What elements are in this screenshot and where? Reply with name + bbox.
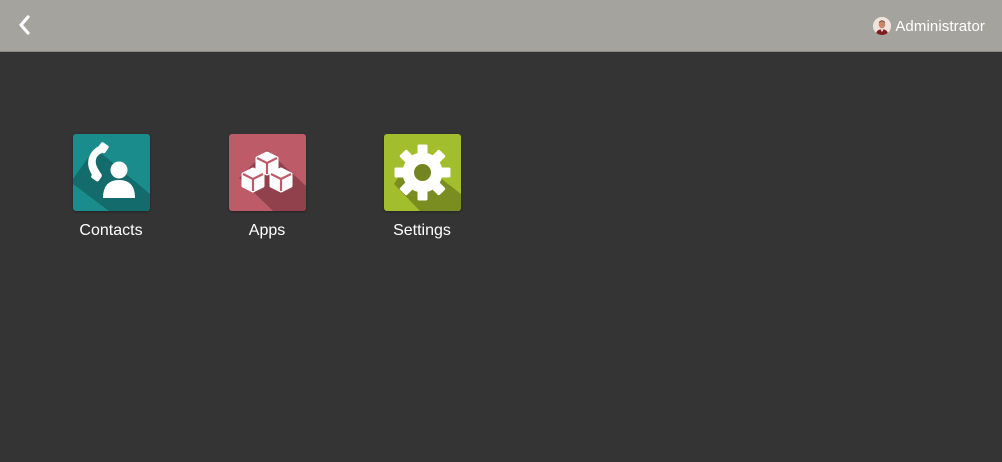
contacts-icon: [72, 134, 150, 211]
app-label: Apps: [248, 222, 286, 239]
app-label: Contacts: [79, 222, 143, 239]
app-contacts[interactable]: Contacts: [56, 134, 166, 240]
user-menu[interactable]: Administrator: [873, 15, 985, 37]
app-apps[interactable]: Apps: [212, 134, 322, 240]
top-navbar: Administrator: [0, 0, 1002, 52]
app-settings[interactable]: Settings: [367, 134, 477, 240]
apps-cubes-icon: [228, 134, 306, 211]
gear-icon: [383, 134, 461, 211]
user-avatar-icon: [873, 17, 892, 35]
chevron-left-icon: [19, 15, 30, 35]
app-label: Settings: [393, 222, 451, 239]
user-name: Administrator: [895, 17, 985, 35]
back-button[interactable]: [10, 10, 40, 40]
